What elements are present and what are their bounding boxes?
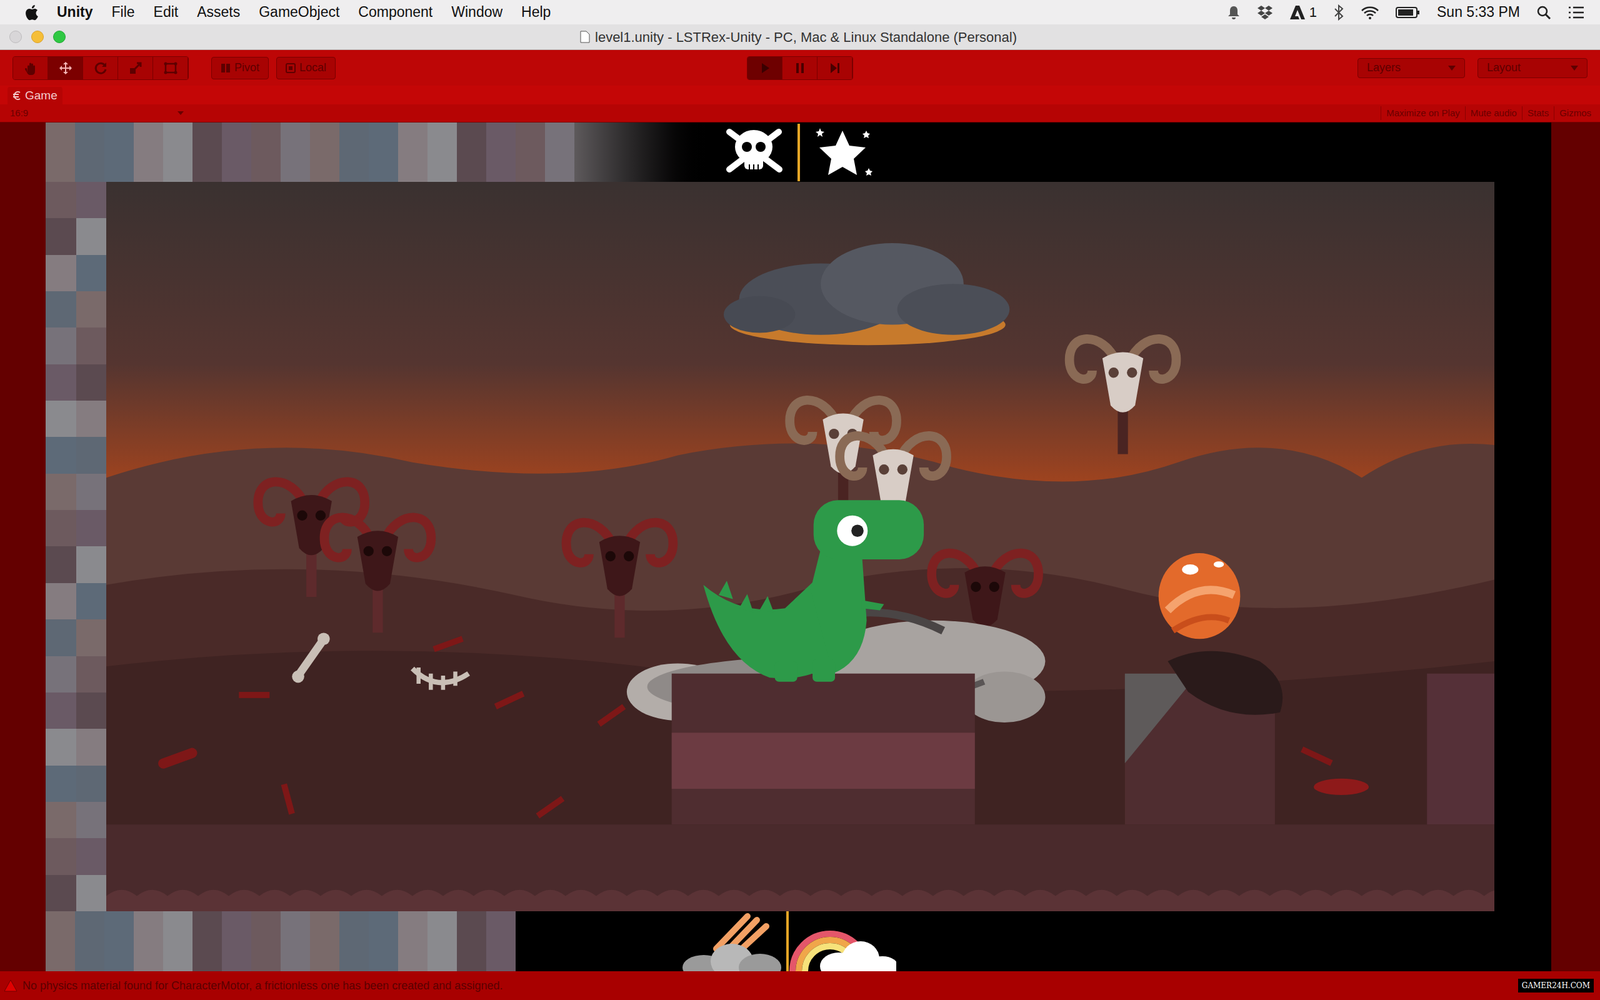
menu-item[interactable]: Edit xyxy=(144,1,189,24)
zoom-button[interactable] xyxy=(53,30,66,44)
transform-tools xyxy=(12,56,189,80)
pause-button[interactable] xyxy=(782,56,818,80)
title-bar: level1.unity - LSTRex-Unity - PC, Mac & … xyxy=(0,24,1600,50)
minimize-button[interactable] xyxy=(31,30,44,44)
aspect-dropdown[interactable]: 16:9 xyxy=(10,106,184,121)
tool-button[interactable] xyxy=(48,56,84,80)
toolbar: Pivot Local Layers Layout xyxy=(0,50,1600,86)
search-icon[interactable] xyxy=(1536,5,1552,20)
rotate-icon xyxy=(93,60,109,76)
bluetooth-icon[interactable] xyxy=(1333,4,1345,21)
dropdown-arrow-icon xyxy=(1448,65,1456,71)
apple-icon[interactable] xyxy=(23,3,39,22)
game-tab-header: Game 16:9 Maximize on PlayMute audioStat… xyxy=(0,85,1600,123)
platform xyxy=(671,651,1495,825)
skull-icon xyxy=(724,125,784,179)
adobe-icon[interactable] xyxy=(1289,5,1306,20)
hand-icon xyxy=(23,60,39,76)
local-icon xyxy=(285,63,296,74)
menu-item[interactable]: GameObject xyxy=(249,1,349,24)
hud-bottom xyxy=(45,911,1552,972)
tool-button[interactable] xyxy=(153,56,189,80)
play-icon xyxy=(757,60,773,76)
game-view-option[interactable]: Mute audio xyxy=(1465,106,1522,121)
game-scene[interactable] xyxy=(106,181,1495,912)
step-icon xyxy=(827,60,843,76)
rect-icon xyxy=(163,60,179,76)
wifi-icon[interactable] xyxy=(1360,5,1380,20)
menu-item[interactable]: Unity xyxy=(47,1,103,24)
warning-icon xyxy=(3,979,18,992)
game-view-option[interactable]: Stats xyxy=(1521,106,1554,121)
notification-icon[interactable] xyxy=(1226,5,1241,20)
dino-player xyxy=(703,500,924,682)
rainbow-cloud-icon xyxy=(788,911,897,972)
step-button[interactable] xyxy=(817,56,853,80)
local-button[interactable]: Local xyxy=(276,56,336,80)
watermark: GAMER24H.COM xyxy=(1518,978,1594,993)
menu-item[interactable]: Assets xyxy=(187,1,250,24)
game-view-option[interactable]: Gizmos xyxy=(1553,106,1597,121)
tool-button[interactable] xyxy=(13,56,49,80)
menu-item[interactable]: Window xyxy=(441,1,512,24)
hud-bottom-divider xyxy=(786,911,789,972)
bone-decoration xyxy=(291,632,469,690)
hud-divider xyxy=(797,123,800,182)
game-icon xyxy=(12,90,22,101)
menu-item[interactable]: File xyxy=(102,1,145,24)
layout-dropdown[interactable]: Layout xyxy=(1477,58,1588,79)
dropdown-arrow-icon xyxy=(177,111,184,115)
move-icon xyxy=(58,60,74,76)
list-icon[interactable] xyxy=(1567,5,1585,20)
dropbox-icon[interactable] xyxy=(1256,5,1274,20)
dropdown-arrow-icon xyxy=(1570,65,1579,71)
menu-bar: UnityFileEditAssetsGameObjectComponentWi… xyxy=(0,0,1600,25)
play-button[interactable] xyxy=(747,56,783,80)
adobe-badge: 1 xyxy=(1309,1,1317,23)
scale-icon xyxy=(128,60,144,76)
tool-button[interactable] xyxy=(118,56,154,80)
game-view[interactable] xyxy=(0,122,1600,972)
game-tab[interactable]: Game xyxy=(7,86,63,105)
storm-cloud xyxy=(723,243,1010,345)
close-button[interactable] xyxy=(9,30,22,44)
pause-icon xyxy=(792,60,808,76)
hud-top xyxy=(45,122,1552,182)
star-icon xyxy=(812,125,875,179)
playback-controls xyxy=(746,56,854,80)
menu-item[interactable]: Component xyxy=(348,1,442,24)
meat-pickup xyxy=(1158,553,1241,639)
game-view-option[interactable]: Maximize on Play xyxy=(1380,106,1465,121)
window-title: level1.unity - LSTRex-Unity - PC, Mac & … xyxy=(595,26,1017,48)
meteor-icon xyxy=(678,911,787,972)
menu-item[interactable]: Help xyxy=(511,1,560,24)
status-bar: No physics material found for CharacterM… xyxy=(0,971,1600,1000)
clock[interactable]: Sun 5:33 PM xyxy=(1436,1,1520,24)
status-message[interactable]: No physics material found for CharacterM… xyxy=(22,977,503,995)
layers-dropdown[interactable]: Layers xyxy=(1357,58,1465,79)
pivot-button[interactable]: Pivot xyxy=(211,56,269,80)
tool-button[interactable] xyxy=(83,56,119,80)
pivot-icon xyxy=(220,63,231,74)
document-icon xyxy=(580,30,590,44)
battery-icon[interactable] xyxy=(1395,5,1421,20)
